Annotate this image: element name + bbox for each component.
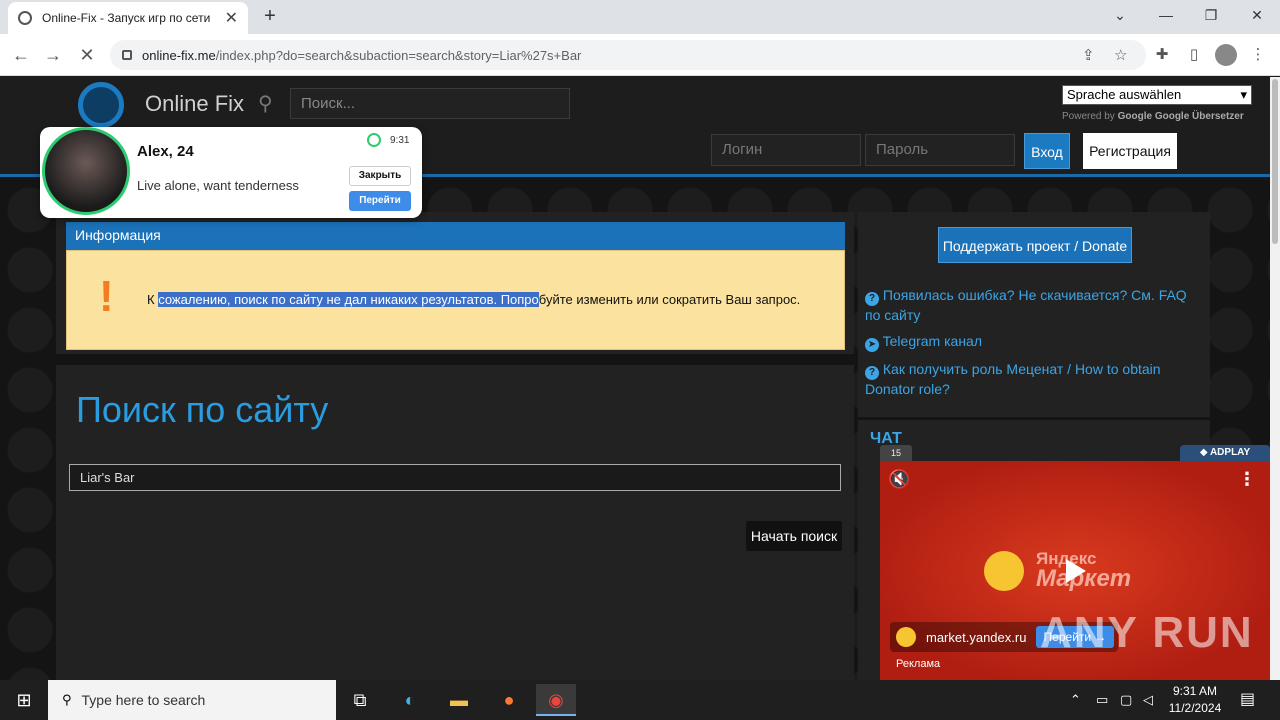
market-favicon-icon <box>896 627 916 647</box>
adplay-icon: ◆ <box>1199 447 1210 458</box>
register-button[interactable]: Регистрация <box>1083 133 1177 169</box>
taskbar-search-label: Type here to search <box>81 692 206 708</box>
sidebar-link-telegram[interactable]: ➤ Telegram канал <box>865 332 982 352</box>
site-favicon-icon <box>18 11 32 25</box>
minimize-button[interactable]: — <box>1143 0 1189 30</box>
clock-icon <box>367 133 381 147</box>
adplay-badge[interactable]: ◆ ADPLAY <box>1180 445 1270 461</box>
volume-icon[interactable]: ◁ <box>1143 680 1153 720</box>
clock-date: 11/2/2024 <box>1168 701 1222 715</box>
language-select[interactable]: Sprache auswählen ▾ <box>1062 85 1252 105</box>
windows-start-icon[interactable]: ⊞ <box>0 680 48 720</box>
forward-icon[interactable]: → <box>40 42 66 68</box>
firefox-icon[interactable]: ● <box>489 684 529 716</box>
page-scrollbar[interactable] <box>1270 77 1280 680</box>
popup-go-button[interactable]: Перейти <box>349 191 411 211</box>
donate-button[interactable]: Поддержать проект / Donate <box>938 227 1132 263</box>
password-field[interactable]: Пароль <box>865 134 1015 166</box>
search-query-input[interactable]: Liar's Bar <box>69 464 841 491</box>
side-panel-icon[interactable]: ▯ <box>1183 44 1205 66</box>
info-box: Информация ! К сожалению, поиск по сайту… <box>56 212 854 354</box>
taskbar-clock[interactable]: 9:31 AM 11/2/2024 <box>1160 683 1230 717</box>
new-tab-button[interactable]: + <box>258 4 282 28</box>
popup-message: Live alone, want tenderness <box>137 178 299 193</box>
windows-taskbar: ⊞ ⚲ Type here to search ⧉ ◐ ▬ ● ◉ ⌃ ▭ ▢ … <box>0 680 1280 720</box>
search-icon: ⚲ <box>62 692 72 707</box>
popup-time: 9:31 <box>390 135 410 146</box>
selected-text: сожалению, поиск по сайту не дал никаких… <box>158 292 539 307</box>
close-tab-icon[interactable]: ✕ <box>225 8 238 28</box>
anyrun-watermark: ANY RUN <box>1040 608 1254 657</box>
page-title: Поиск по сайту <box>76 389 329 430</box>
stop-loading-icon[interactable]: ✕ <box>74 42 100 68</box>
mute-icon[interactable]: 🔇 <box>888 469 910 490</box>
network-icon[interactable]: ▭ <box>1096 680 1108 720</box>
search-icon[interactable]: ⚲ <box>258 91 273 116</box>
chrome-icon[interactable]: ◉ <box>536 684 576 716</box>
display-icon[interactable]: ▢ <box>1120 680 1132 720</box>
ad-domain: market.yandex.ru <box>926 630 1027 645</box>
ad-label: Реклама <box>896 658 941 670</box>
popup-name: Alex, 24 <box>137 143 194 160</box>
menu-dots-icon[interactable]: ⋮ <box>1247 44 1269 66</box>
maximize-button[interactable]: ❐ <box>1188 0 1234 30</box>
info-message: К сожалению, поиск по сайту не дал никак… <box>147 292 801 307</box>
powered-by-google: Powered by Google Google Übersetzer <box>1062 111 1244 122</box>
info-heading: Информация <box>66 222 845 250</box>
edge-icon[interactable]: ◐ <box>390 684 430 716</box>
site-search-input[interactable]: Поиск... <box>290 88 570 119</box>
address-bar[interactable]: online-fix.me/index.php?do=search&subact… <box>110 40 1146 70</box>
sidebar: Поддержать проект / Donate ? Появилась о… <box>858 212 1210 417</box>
popup-close-button[interactable]: Закрыть <box>349 166 411 186</box>
site-logo-icon[interactable] <box>78 82 124 128</box>
file-explorer-icon[interactable]: ▬ <box>439 684 479 716</box>
notification-popup[interactable]: Alex, 24 Live alone, want tenderness 9:3… <box>40 127 422 218</box>
profile-avatar-icon[interactable] <box>1215 44 1237 66</box>
info-body: ! К сожалению, поиск по сайту не дал ник… <box>66 250 845 350</box>
share-icon[interactable]: ⇪ <box>1082 46 1095 64</box>
ad-menu-icon[interactable]: ⋮ <box>1238 469 1256 490</box>
clock-time: 9:31 AM <box>1172 684 1218 698</box>
task-view-icon[interactable]: ⧉ <box>340 684 380 716</box>
question-icon: ? <box>865 292 879 306</box>
sidebar-link-donator-role[interactable]: ? Как получить роль Меценат / How to obt… <box>865 360 1195 398</box>
play-icon[interactable] <box>1066 559 1086 583</box>
browser-toolbar: ← → ✕ online-fix.me/index.php?do=search&… <box>0 34 1280 76</box>
extensions-icon[interactable]: ✚ <box>1151 44 1173 66</box>
question-icon: ? <box>865 366 879 380</box>
scrollbar-thumb[interactable] <box>1272 79 1278 244</box>
bookmark-star-icon[interactable]: ☆ <box>1114 46 1127 64</box>
taskbar-search[interactable]: ⚲ Type here to search <box>48 680 336 720</box>
telegram-icon: ➤ <box>865 338 879 352</box>
lock-icon <box>122 50 132 60</box>
site-name[interactable]: Online Fix <box>145 91 244 117</box>
browser-tab[interactable]: Online-Fix - Запуск игр по сети ✕ <box>8 2 248 34</box>
tab-bar: Online-Fix - Запуск игр по сети ✕ + ⌄ — … <box>0 0 1280 34</box>
search-panel: Поиск по сайту Liar's Bar Начать поиск <box>56 365 854 680</box>
tray-chevron-icon[interactable]: ⌃ <box>1070 680 1081 720</box>
login-button[interactable]: Вход <box>1024 133 1070 169</box>
sidebar-link-faq[interactable]: ? Появилась ошибка? Не скачивается? См. … <box>865 286 1195 324</box>
tab-title: Online-Fix - Запуск игр по сети <box>42 11 211 25</box>
tab-search-icon[interactable]: ⌄ <box>1097 0 1143 30</box>
url-text: online-fix.me/index.php?do=search&subact… <box>142 47 582 63</box>
ad-counter: 15 <box>880 445 912 461</box>
login-field[interactable]: Логин <box>711 134 861 166</box>
close-window-button[interactable]: ✕ <box>1234 0 1280 30</box>
exclamation-icon: ! <box>99 272 114 321</box>
start-search-button[interactable]: Начать поиск <box>746 521 842 551</box>
notification-icon[interactable]: ▤ <box>1240 680 1255 720</box>
popup-avatar <box>42 127 130 215</box>
back-icon[interactable]: ← <box>8 42 34 68</box>
market-logo-icon <box>984 551 1024 591</box>
